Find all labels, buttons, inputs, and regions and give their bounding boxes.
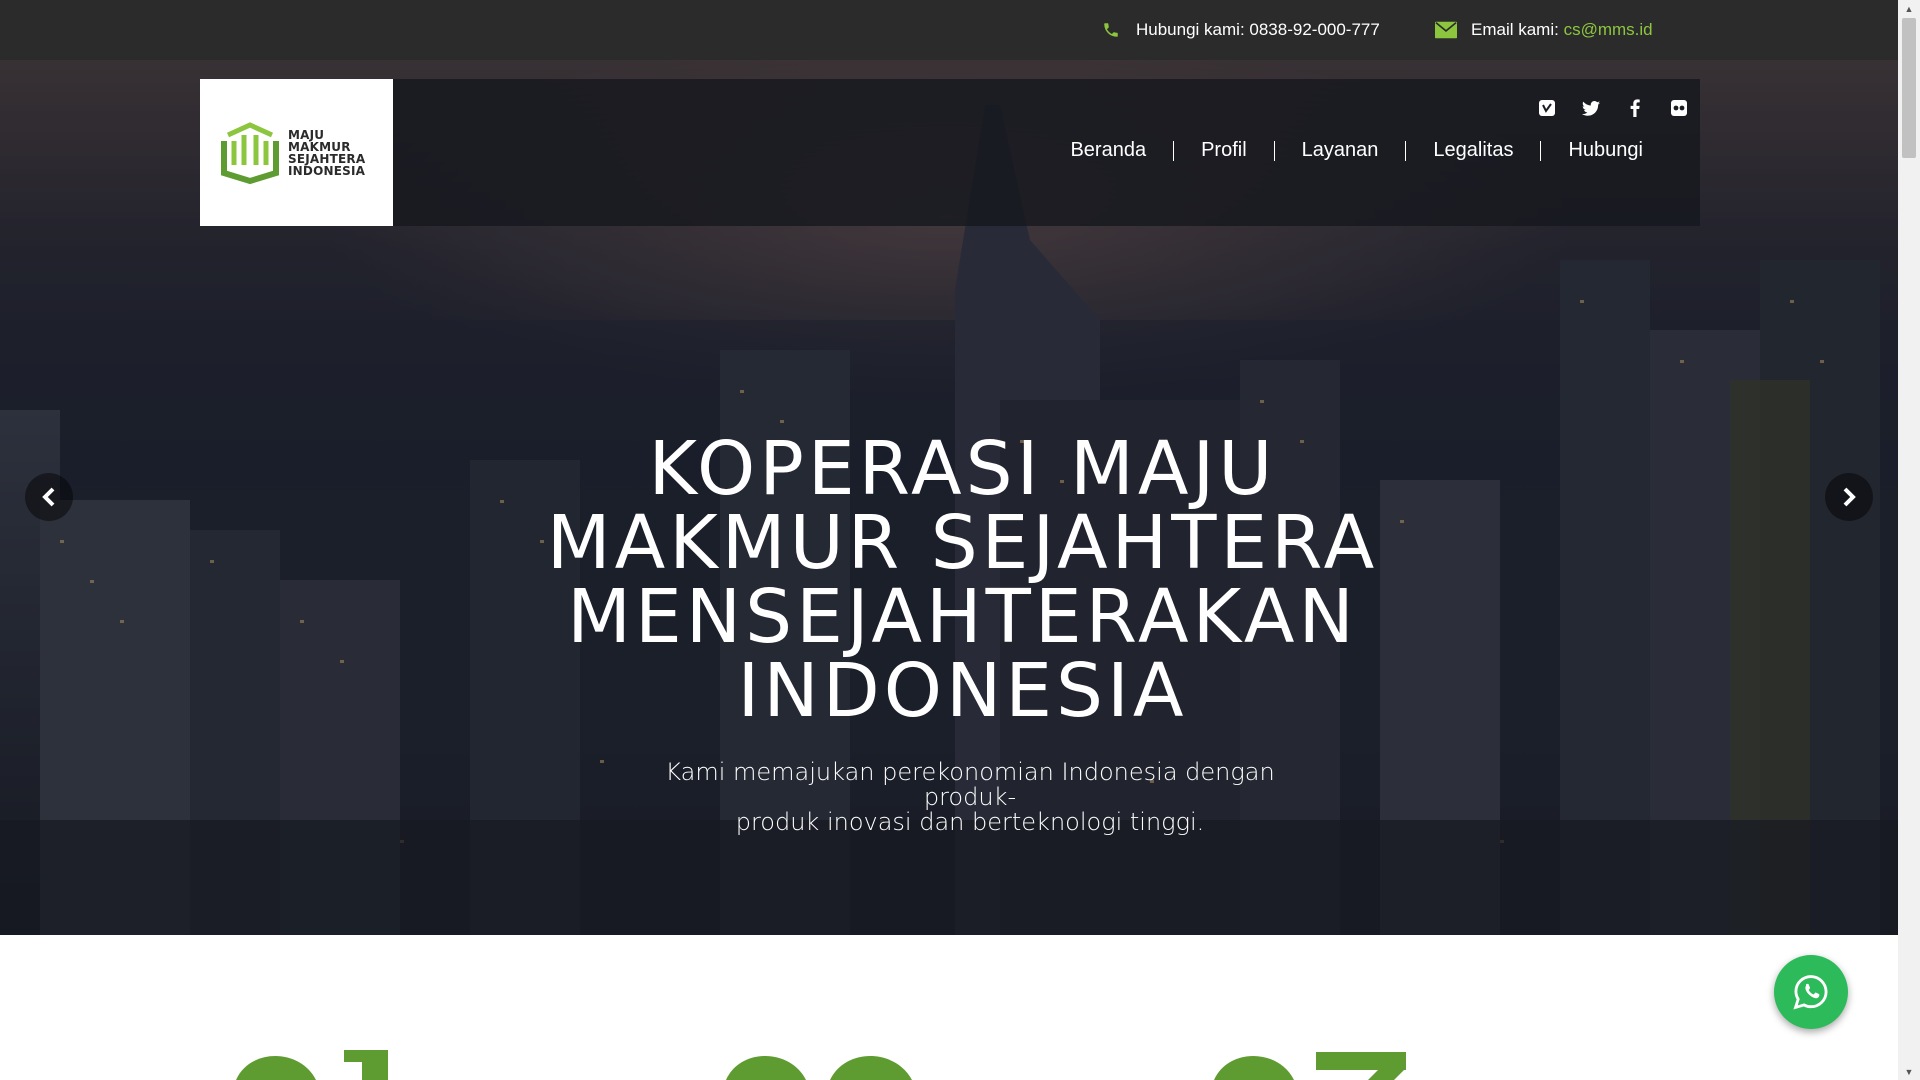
hero-headline: KOPERASI MAJU MAKMUR SEJAHTERA MENSEJAHT… <box>450 432 1475 728</box>
whatsapp-chat-button[interactable] <box>1774 955 1848 1029</box>
vimeo-icon[interactable] <box>1538 99 1556 117</box>
nav-item-beranda[interactable]: Beranda <box>1070 139 1173 162</box>
contact-phone[interactable]: Hubungi kami: 0838-92-000-777 <box>1100 0 1380 60</box>
logo-line: SEJAHTERA <box>288 151 366 166</box>
hero-subheading-line: Kami memajukan perekonomian Indonesia de… <box>665 758 1275 811</box>
envelope-icon <box>1435 19 1457 41</box>
twitter-icon[interactable] <box>1582 99 1600 117</box>
top-contact-bar: Hubungi kami: 0838-92-000-777 Email kami… <box>0 0 1898 60</box>
scroll-up-icon[interactable]: ▲ <box>1898 0 1920 17</box>
nav-item-profil[interactable]: Profil <box>1174 139 1274 162</box>
logo-text: MAJU MAKMUR SEJAHTERA INDONESIA <box>288 129 365 177</box>
main-header: Beranda Profil Layanan Legalitas Hubungi <box>393 79 1700 226</box>
hero-subheading-line: produk inovasi dan berteknologi tinggi. <box>735 808 1205 836</box>
logo-line: INDONESIA <box>288 163 366 178</box>
facebook-icon[interactable] <box>1626 99 1644 117</box>
main-nav: Beranda Profil Layanan Legalitas Hubungi <box>1070 139 1643 162</box>
contact-phone-label: Hubungi kami: 0838-92-000-777 <box>1136 20 1380 39</box>
social-links <box>1538 99 1688 117</box>
chevron-left-icon <box>42 487 55 507</box>
whatsapp-icon <box>1793 975 1828 1010</box>
nav-item-legalitas[interactable]: Legalitas <box>1406 139 1540 162</box>
slider-prev-button[interactable] <box>25 473 73 521</box>
slider-next-button[interactable] <box>1825 473 1873 521</box>
nav-item-layanan[interactable]: Layanan <box>1275 139 1406 162</box>
contact-email-prefix: Email kami: <box>1471 20 1564 39</box>
hero-headline-line: MAKMUR SEJAHTERA <box>546 500 1379 586</box>
contact-email: Email kami: cs@mms.id <box>1435 0 1653 60</box>
mms-logo-mark <box>221 121 279 184</box>
hero-headline-line: KOPERASI MAJU <box>648 426 1277 512</box>
nav-item-hubungi[interactable]: Hubungi <box>1541 139 1643 162</box>
stat-numeral-shapes <box>236 1050 1406 1080</box>
phone-icon <box>1100 19 1122 41</box>
contact-email-link[interactable]: cs@mms.id <box>1564 20 1653 39</box>
hero-headline-line: INDONESIA <box>737 648 1188 734</box>
site-logo[interactable]: MAJU MAKMUR SEJAHTERA INDONESIA <box>200 79 393 226</box>
logo-line: MAJU <box>288 127 325 142</box>
scroll-down-icon[interactable]: ▼ <box>1898 1063 1920 1080</box>
hero-subheading: Kami memajukan perekonomian Indonesia de… <box>620 760 1320 835</box>
flickr-icon[interactable] <box>1670 99 1688 117</box>
chevron-right-icon <box>1843 487 1856 507</box>
scrollbar-thumb[interactable] <box>1902 18 1916 158</box>
logo-line: MAKMUR <box>288 139 351 154</box>
stats-section-top <box>0 1040 1898 1080</box>
hero-headline-line: MENSEJAHTERAKAN <box>567 574 1358 660</box>
page-scrollbar[interactable]: ▲ ▼ <box>1898 0 1920 1080</box>
